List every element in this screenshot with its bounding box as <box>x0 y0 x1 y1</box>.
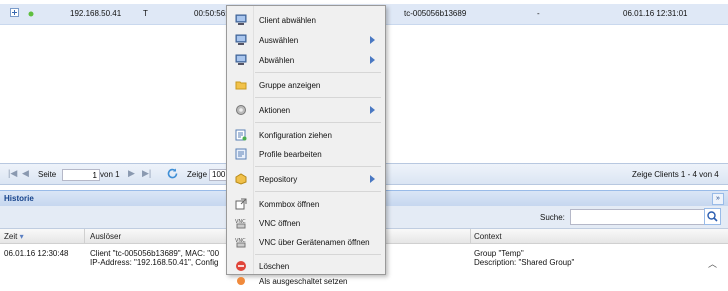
refresh-icon[interactable] <box>166 167 179 182</box>
repository-icon <box>235 173 247 185</box>
prev-page-icon[interactable]: ◀ <box>22 168 29 179</box>
menu-item-label: Repository <box>259 175 298 184</box>
menu-item-label: Gruppe anzeigen <box>259 81 321 90</box>
search-input[interactable] <box>570 209 706 225</box>
menu-item-profile-bearbeiten[interactable]: Profile bearbeiten <box>227 145 385 164</box>
menu-item-abwaehlen[interactable]: Abwählen <box>227 51 385 70</box>
row-context-line2: Description: "Shared Group" <box>474 258 575 267</box>
first-page-icon[interactable]: |◀ <box>8 168 17 179</box>
zeige-label: Zeige <box>187 170 208 179</box>
last-page-icon[interactable]: ▶| <box>142 168 151 179</box>
menu-separator <box>255 97 381 98</box>
search-label: Suche: <box>540 213 565 222</box>
scroll-up-icon[interactable]: ︿ <box>708 257 717 270</box>
menu-item-label: VNC über Gerätenamen öffnen <box>259 238 370 247</box>
client-timestamp: 06.01.16 12:31:01 <box>623 9 688 18</box>
delete-icon <box>235 260 247 272</box>
menu-item-label: Aktionen <box>259 106 291 115</box>
menu-separator <box>255 254 381 255</box>
gear-icon <box>235 104 247 116</box>
seite-label: Seite <box>38 170 57 179</box>
power-off-icon <box>235 275 247 287</box>
menu-item-aktionen[interactable]: Aktionen <box>227 101 385 120</box>
external-window-icon <box>235 198 247 210</box>
menu-item-auswaehlen[interactable]: Auswählen <box>227 31 385 50</box>
menu-item-als-ausgeschaltet[interactable]: Als ausgeschaltet setzen <box>227 272 385 291</box>
context-menu: Client abwählen Auswählen Abwählen Grupp… <box>226 5 386 286</box>
submenu-arrow-icon <box>370 106 375 114</box>
expand-icon[interactable] <box>10 8 19 19</box>
vnc-icon: VNC <box>235 236 247 248</box>
menu-item-gruppe-anzeigen[interactable]: Gruppe anzeigen <box>227 76 385 95</box>
menu-item-label: VNC öffnen <box>259 219 301 228</box>
row-zeit: 06.01.16 12:30:48 <box>4 249 69 258</box>
column-zeit-label: Zeit <box>4 232 18 241</box>
column-context[interactable]: Context <box>474 232 502 241</box>
menu-item-label: Kommbox öffnen <box>259 200 320 209</box>
folder-icon <box>235 79 247 91</box>
client-type: T <box>143 9 148 18</box>
client-icon <box>235 54 247 66</box>
client-ip: 192.168.50.41 <box>70 9 122 18</box>
client-dash: - <box>537 9 540 18</box>
menu-separator <box>255 72 381 73</box>
menu-item-label: Abwählen <box>259 56 295 65</box>
menu-item-label: Profile bearbeiten <box>259 150 322 159</box>
column-zeit[interactable]: Zeit ▾ <box>4 232 24 241</box>
vnc-icon: VNC <box>235 217 247 229</box>
search-icon[interactable] <box>704 208 721 225</box>
menu-item-kommbox-oeffnen[interactable]: Kommbox öffnen <box>227 195 385 214</box>
submenu-arrow-icon <box>370 56 375 64</box>
menu-item-vnc-oeffnen[interactable]: VNC VNC öffnen <box>227 214 385 233</box>
menu-separator <box>255 166 381 167</box>
row-ausloeser-line2: IP-Address: "192.168.50.41", Config <box>90 258 219 267</box>
von-label: von 1 <box>100 170 120 179</box>
paging-summary: Zeige Clients 1 - 4 von 4 <box>632 170 719 179</box>
menu-item-label: Client abwählen <box>259 16 316 25</box>
client-icon <box>235 34 247 46</box>
client-mac: 00:50:56: <box>194 9 228 18</box>
menu-separator <box>255 122 381 123</box>
historie-title: Historie <box>4 194 34 203</box>
menu-item-repository[interactable]: Repository <box>227 170 385 189</box>
column-ausloeser[interactable]: Auslöser <box>90 232 121 241</box>
menu-item-label: Als ausgeschaltet setzen <box>259 277 348 286</box>
collapse-icon[interactable]: » <box>712 193 724 205</box>
menu-item-label: Konfiguration ziehen <box>259 131 332 140</box>
status-dot-icon <box>28 10 34 19</box>
sort-desc-icon: ▾ <box>19 232 24 241</box>
next-page-icon[interactable]: ▶ <box>128 168 135 179</box>
menu-separator <box>255 191 381 192</box>
column-divider <box>84 229 85 243</box>
menu-item-client-abwaehlen[interactable]: Client abwählen <box>227 11 385 30</box>
config-pull-icon <box>235 129 247 141</box>
column-divider <box>470 229 471 243</box>
menu-item-vnc-geraetenamen[interactable]: VNC VNC über Gerätenamen öffnen <box>227 233 385 252</box>
submenu-arrow-icon <box>370 175 375 183</box>
profile-edit-icon <box>235 148 247 160</box>
submenu-arrow-icon <box>370 36 375 44</box>
menu-item-label: Auswählen <box>259 36 299 45</box>
page-input[interactable] <box>62 169 100 181</box>
menu-item-konfiguration-ziehen[interactable]: Konfiguration ziehen <box>227 126 385 145</box>
client-hostname: tc-005056b13689 <box>404 9 467 18</box>
client-icon <box>235 14 247 26</box>
